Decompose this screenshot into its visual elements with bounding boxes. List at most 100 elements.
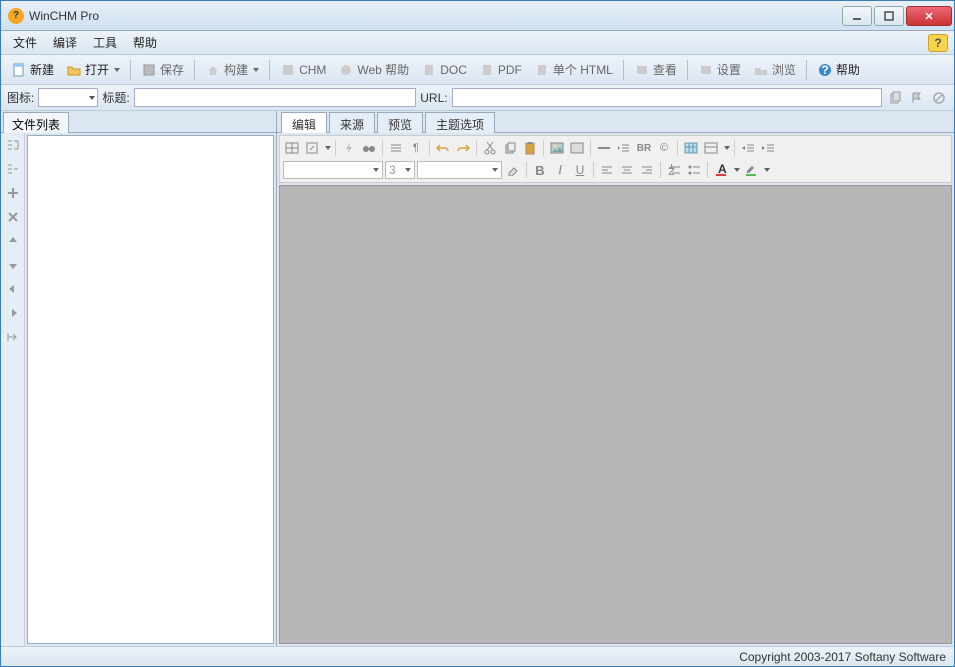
style-combo[interactable] (417, 161, 502, 179)
editor-canvas[interactable] (279, 185, 952, 644)
tab-theme[interactable]: 主题选项 (425, 112, 495, 133)
indent-lines-icon[interactable] (615, 139, 633, 157)
table-props-icon[interactable] (702, 139, 720, 157)
menu-edit[interactable]: 编译 (47, 32, 83, 53)
ordered-list-icon[interactable]: 12 (665, 161, 683, 179)
chm-button[interactable]: CHM (276, 60, 330, 80)
italic-icon[interactable]: I (551, 161, 569, 179)
binoculars-icon[interactable] (360, 139, 378, 157)
new-file-icon (11, 62, 27, 78)
copyright-icon[interactable]: © (655, 139, 673, 157)
dropdown-icon (253, 68, 259, 72)
singlehtml-label: 单个 HTML (553, 61, 613, 78)
left-panel: 文件列表 (1, 111, 277, 646)
copyright-text: Copyright 2003-2017 Softany Software (739, 650, 946, 664)
pdf-button[interactable]: PDF (475, 60, 526, 80)
outdent-block-icon[interactable] (739, 139, 757, 157)
align-center-icon[interactable] (618, 161, 636, 179)
font-family-combo[interactable] (283, 161, 383, 179)
tree-expand-icon[interactable] (5, 137, 21, 153)
editor-toolbar-row-1: ¶ BR © (283, 137, 948, 159)
open-label: 打开 (85, 61, 109, 78)
right-panel: 编辑 来源 预览 主题选项 ¶ (277, 111, 954, 646)
pdf-icon (479, 62, 495, 78)
dropdown-icon (764, 168, 770, 172)
webhelp-button[interactable]: Web 帮助 (334, 59, 413, 80)
lightning-icon[interactable] (340, 139, 358, 157)
icon-combo[interactable] (38, 88, 98, 107)
title-input[interactable] (134, 88, 417, 107)
menu-file[interactable]: 文件 (7, 32, 43, 53)
tab-source[interactable]: 来源 (329, 112, 375, 133)
pilcrow-icon[interactable]: ¶ (407, 139, 425, 157)
singlehtml-button[interactable]: 单个 HTML (530, 59, 617, 80)
new-button[interactable]: 新建 (7, 59, 58, 80)
menu-help[interactable]: 帮助 (127, 32, 163, 53)
tab-preview[interactable]: 预览 (377, 112, 423, 133)
url-input[interactable] (452, 88, 882, 107)
save-button[interactable]: 保存 (137, 59, 188, 80)
delete-icon[interactable] (5, 209, 21, 225)
move-up-icon[interactable] (5, 233, 21, 249)
maximize-button[interactable] (874, 6, 904, 26)
highlight-icon[interactable] (742, 161, 760, 179)
tab-edit[interactable]: 编辑 (281, 112, 327, 133)
align-left-icon[interactable] (598, 161, 616, 179)
unordered-list-icon[interactable] (685, 161, 703, 179)
help-button[interactable]: ? 帮助 (813, 59, 864, 80)
pdf-label: PDF (498, 63, 522, 77)
file-tree[interactable] (27, 135, 274, 644)
paste-icon[interactable] (521, 139, 539, 157)
flag-icon[interactable] (908, 89, 926, 107)
open-button[interactable]: 打开 (62, 59, 124, 80)
add-icon[interactable] (5, 185, 21, 201)
doc-label: DOC (440, 63, 467, 77)
indent-block-icon[interactable] (759, 139, 777, 157)
close-button[interactable] (906, 6, 952, 26)
tree-collapse-icon[interactable] (5, 161, 21, 177)
settings-button[interactable]: 设置 (694, 59, 745, 80)
editor-toolbars: ¶ BR © (279, 135, 952, 183)
tab-file-list[interactable]: 文件列表 (3, 112, 69, 133)
cut-icon[interactable] (481, 139, 499, 157)
copy-icon[interactable] (501, 139, 519, 157)
block-icon[interactable] (930, 89, 948, 107)
property-bar: 图标: 标题: URL: (1, 85, 954, 111)
outdent-icon[interactable] (5, 281, 21, 297)
move-down-icon[interactable] (5, 257, 21, 273)
browse-button[interactable]: 浏览 (749, 59, 800, 80)
align-block-icon[interactable] (387, 139, 405, 157)
left-tabs: 文件列表 (1, 111, 276, 133)
menu-tools[interactable]: 工具 (87, 32, 123, 53)
minimize-button[interactable] (842, 6, 872, 26)
font-color-icon[interactable]: A (712, 161, 730, 179)
help-label: 帮助 (836, 61, 860, 78)
chm-label: CHM (299, 63, 326, 77)
view-button[interactable]: 查看 (630, 59, 681, 80)
flash-icon[interactable] (568, 139, 586, 157)
indent-icon[interactable] (5, 305, 21, 321)
edit-box-icon[interactable] (303, 139, 321, 157)
bold-icon[interactable]: B (531, 161, 549, 179)
help-book-icon[interactable]: ? (928, 34, 948, 52)
settings-icon (698, 62, 714, 78)
copy-icon[interactable] (886, 89, 904, 107)
font-size-combo[interactable]: 3 (385, 161, 415, 179)
table-icon[interactable] (283, 139, 301, 157)
main-toolbar: 新建 打开 保存 构建 CHM Web 帮助 DOC PDF 单个 HTML 查… (1, 55, 954, 85)
hr-icon[interactable] (595, 139, 613, 157)
underline-icon[interactable]: U (571, 161, 589, 179)
align-right-icon[interactable] (638, 161, 656, 179)
doc-button[interactable]: DOC (417, 60, 471, 80)
title-label: 标题: (102, 89, 129, 106)
build-button[interactable]: 构建 (201, 59, 263, 80)
eraser-icon[interactable] (504, 161, 522, 179)
view-icon (634, 62, 650, 78)
undo-icon[interactable] (434, 139, 452, 157)
redo-icon[interactable] (454, 139, 472, 157)
br-icon[interactable]: BR (635, 139, 653, 157)
browse-label: 浏览 (772, 61, 796, 78)
insert-table-icon[interactable] (682, 139, 700, 157)
image-icon[interactable] (548, 139, 566, 157)
goto-icon[interactable] (5, 329, 21, 345)
